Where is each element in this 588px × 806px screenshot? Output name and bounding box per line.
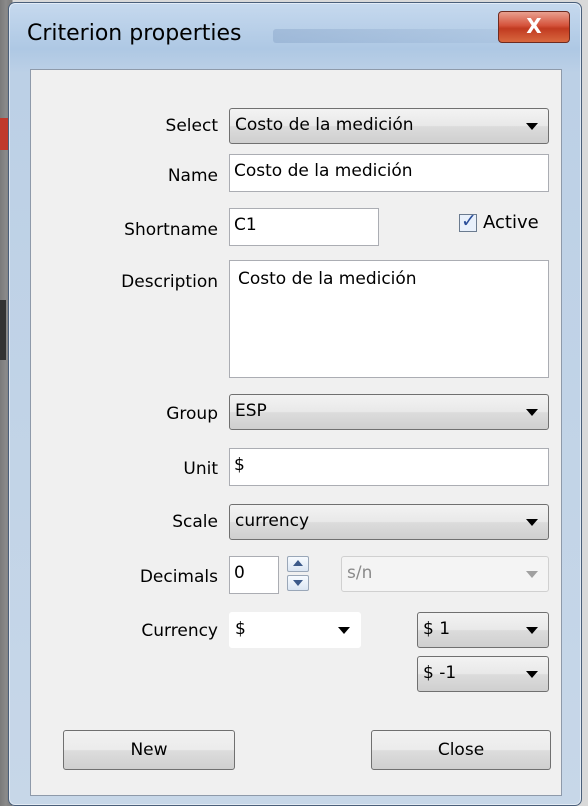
decimals-format-value: s/n [347,563,373,583]
close-button[interactable]: Close [371,730,551,770]
scale-dropdown[interactable]: currency [229,504,549,540]
new-button-label: New [130,740,168,760]
active-checkbox[interactable]: ✓ [459,210,477,232]
dialog-body: Select Costo de la medición Name Costo d… [30,69,562,796]
currency-negative-format-value: $ -1 [423,663,457,683]
currency-negative-format-dropdown[interactable]: $ -1 [417,656,549,692]
chevron-down-icon [526,409,538,416]
new-button[interactable]: New [63,730,235,770]
shortname-value: C1 [234,215,257,235]
check-icon: ✓ [461,210,477,232]
criterion-properties-dialog: Criterion properties X Select Costo de l… [8,2,582,806]
currency-label: Currency [141,621,218,641]
description-label: Description [121,272,218,292]
unit-value: $ [234,455,245,475]
decimals-value: 0 [234,563,245,583]
currency-value: $ [235,619,246,639]
group-value: ESP [235,401,267,421]
select-value: Costo de la medición [235,115,414,135]
decimals-label: Decimals [139,567,218,587]
background-accent-dark [0,300,6,360]
unit-label: Unit [183,459,218,479]
chevron-down-icon [526,627,538,634]
shortname-label: Shortname [124,220,218,240]
name-field[interactable]: Costo de la medición [229,154,549,192]
spin-up-icon [293,560,303,566]
chevron-down-icon [526,671,538,678]
close-button-label: Close [437,740,485,760]
decimals-spinner [287,556,311,592]
chevron-down-icon [526,123,538,130]
decimals-format-dropdown: s/n [341,556,549,592]
unit-field[interactable]: $ [229,448,549,486]
group-dropdown[interactable]: ESP [229,394,549,430]
background-accent [0,118,8,150]
spin-down-button[interactable] [287,575,309,591]
window-title: Criterion properties [27,21,242,46]
decimals-field[interactable]: 0 [229,556,279,594]
currency-positive-format-dropdown[interactable]: $ 1 [417,612,549,648]
title-bar[interactable]: Criterion properties X [9,3,581,65]
scale-label: Scale [172,512,218,532]
scale-value: currency [235,511,310,531]
active-label: Active [483,212,539,233]
description-value: Costo de la medición [238,269,417,289]
select-label: Select [165,116,218,136]
chevron-down-icon [526,571,538,578]
group-label: Group [166,404,218,424]
name-label: Name [167,166,218,186]
close-icon: X [526,14,542,38]
select-dropdown[interactable]: Costo de la medición [229,108,549,144]
spin-down-icon [293,580,303,586]
shortname-field[interactable]: C1 [229,208,379,246]
currency-dropdown[interactable]: $ [229,612,361,648]
name-value: Costo de la medición [234,161,413,181]
currency-positive-format-value: $ 1 [423,619,451,639]
chevron-down-icon [338,627,350,634]
description-textarea[interactable]: Costo de la medición [229,260,549,378]
close-window-button[interactable]: X [498,11,570,43]
spin-up-button[interactable] [287,556,309,572]
chevron-down-icon [526,519,538,526]
